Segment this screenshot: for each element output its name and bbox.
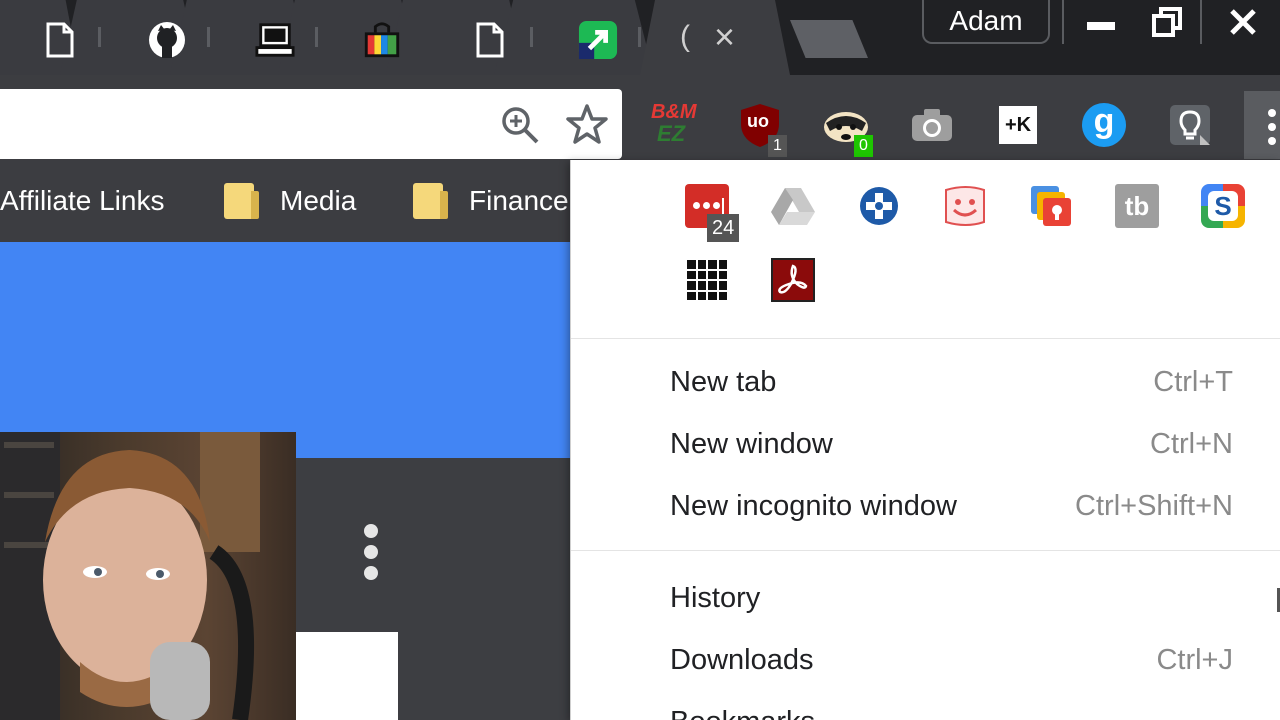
- restore-icon[interactable]: [1134, 0, 1200, 44]
- grammarly-label: g: [1082, 103, 1126, 147]
- ublock-badge: 1: [768, 135, 787, 157]
- shopping-bag-icon: [362, 20, 402, 60]
- tab-separator: [315, 27, 318, 47]
- menu-item-shortcut: Ctrl+N: [1150, 428, 1233, 460]
- active-tab-title: (: [680, 20, 690, 53]
- address-bar[interactable]: [0, 89, 622, 159]
- close-icon[interactable]: [1206, 0, 1280, 44]
- bookmark-label: Finance: [469, 185, 569, 216]
- s-label: S: [1208, 191, 1238, 221]
- bm-ez-label-top: B&M: [651, 101, 697, 123]
- close-tab-icon[interactable]: ×: [714, 16, 735, 58]
- minimize-icon[interactable]: [1068, 0, 1134, 44]
- privacy-badger-icon[interactable]: 0: [822, 101, 873, 157]
- smiley-flag-icon[interactable]: [941, 182, 989, 230]
- page-icon: [40, 20, 80, 60]
- green-arrow-icon: [578, 20, 618, 60]
- menu-item-label: New window: [670, 428, 833, 460]
- menu-item-shortcut: Ctrl+Shift+N: [1075, 490, 1233, 522]
- bookmarks-bar: Affiliate Links Media Finance: [0, 160, 570, 242]
- plus-circle-icon[interactable]: [855, 182, 903, 230]
- menu-item-shortcut: Ctrl+T: [1153, 366, 1233, 398]
- menu-item-new-window[interactable]: New window Ctrl+N: [571, 416, 1280, 476]
- bookmark-label: Media: [280, 185, 357, 216]
- window-controls-divider: [1062, 0, 1064, 44]
- tab-6[interactable]: [494, 0, 654, 75]
- google-drive-icon[interactable]: [769, 182, 817, 230]
- menu-separator: [571, 338, 1280, 339]
- bookmark-label: Affiliate Links: [0, 185, 165, 216]
- bookmark-affiliate-links[interactable]: Affiliate Links: [0, 178, 164, 224]
- tab-separator: [98, 27, 101, 47]
- browser-toolbar: B&M EZ uo 1 0 +K g: [0, 75, 1280, 160]
- camera-icon[interactable]: [908, 101, 956, 149]
- menu-item-new-incognito-window[interactable]: New incognito window Ctrl+Shift+N: [571, 478, 1280, 538]
- lastpass-icon[interactable]: 24: [683, 182, 740, 242]
- window-controls-divider: [1200, 0, 1202, 44]
- bm-ez-icon[interactable]: B&M EZ: [650, 101, 698, 149]
- star-icon[interactable]: [566, 103, 608, 150]
- page-content: [0, 242, 570, 720]
- tab-separator: [530, 27, 533, 47]
- page-icon: [470, 20, 510, 60]
- zoom-in-icon[interactable]: [500, 105, 540, 150]
- menu-item-shortcut: Ctrl+J: [1156, 644, 1233, 676]
- more-options-icon[interactable]: [362, 524, 380, 580]
- bookmark-media[interactable]: Media: [224, 178, 356, 224]
- bm-ez-label-bottom: EZ: [657, 121, 686, 146]
- page-header-banner: [0, 242, 570, 458]
- menu-item-bookmarks[interactable]: Bookmarks: [571, 694, 1280, 720]
- grid-icon[interactable]: [683, 256, 731, 304]
- lightbulb-icon[interactable]: [1166, 101, 1214, 149]
- privacy-badger-badge: 0: [854, 135, 873, 157]
- k-icon[interactable]: +K: [994, 101, 1042, 149]
- folder-icon: [224, 183, 259, 219]
- active-tab[interactable]: ( ×: [640, 0, 790, 75]
- menu-item-label: New tab: [670, 366, 777, 398]
- ublock-origin-icon[interactable]: uo 1: [736, 101, 787, 157]
- webcam-person-image: [0, 432, 260, 720]
- menu-item-label: Bookmarks: [670, 706, 815, 720]
- new-tab-button[interactable]: [790, 20, 868, 58]
- menu-item-history[interactable]: History: [571, 570, 1280, 630]
- menu-item-label: History: [670, 582, 761, 614]
- menu-item-label: New incognito window: [670, 490, 957, 522]
- google-keep-icon[interactable]: [1027, 182, 1075, 230]
- acrobat-icon[interactable]: [769, 256, 817, 304]
- content-card: [296, 632, 398, 720]
- webcam-overlay: [0, 432, 296, 720]
- folder-icon: [413, 183, 448, 219]
- computer-icon: [255, 20, 295, 60]
- lastpass-badge: 24: [707, 214, 740, 242]
- menu-item-new-tab[interactable]: New tab Ctrl+T: [571, 354, 1280, 414]
- menu-item-label: Downloads: [670, 644, 814, 676]
- menu-separator: [571, 550, 1280, 551]
- menu-dots-icon[interactable]: [1244, 91, 1280, 159]
- tab-strip: ( × Adam: [0, 0, 1280, 75]
- github-icon: [147, 20, 187, 60]
- profile-button[interactable]: Adam: [922, 0, 1050, 44]
- tab-separator: [207, 27, 210, 47]
- bookmark-finance[interactable]: Finance: [413, 178, 569, 224]
- tb-icon[interactable]: tb: [1113, 182, 1161, 230]
- s-icon[interactable]: S: [1199, 182, 1247, 230]
- tab-separator: [638, 27, 641, 47]
- ublock-label: uo: [747, 111, 769, 131]
- chrome-menu: 24 tb S New tab Ctrl+T New window Ctrl+N…: [570, 160, 1280, 720]
- menu-item-downloads[interactable]: Downloads Ctrl+J: [571, 632, 1280, 692]
- tb-label: tb: [1115, 184, 1159, 228]
- k-label: +K: [999, 106, 1037, 144]
- grammarly-icon[interactable]: g: [1080, 101, 1128, 149]
